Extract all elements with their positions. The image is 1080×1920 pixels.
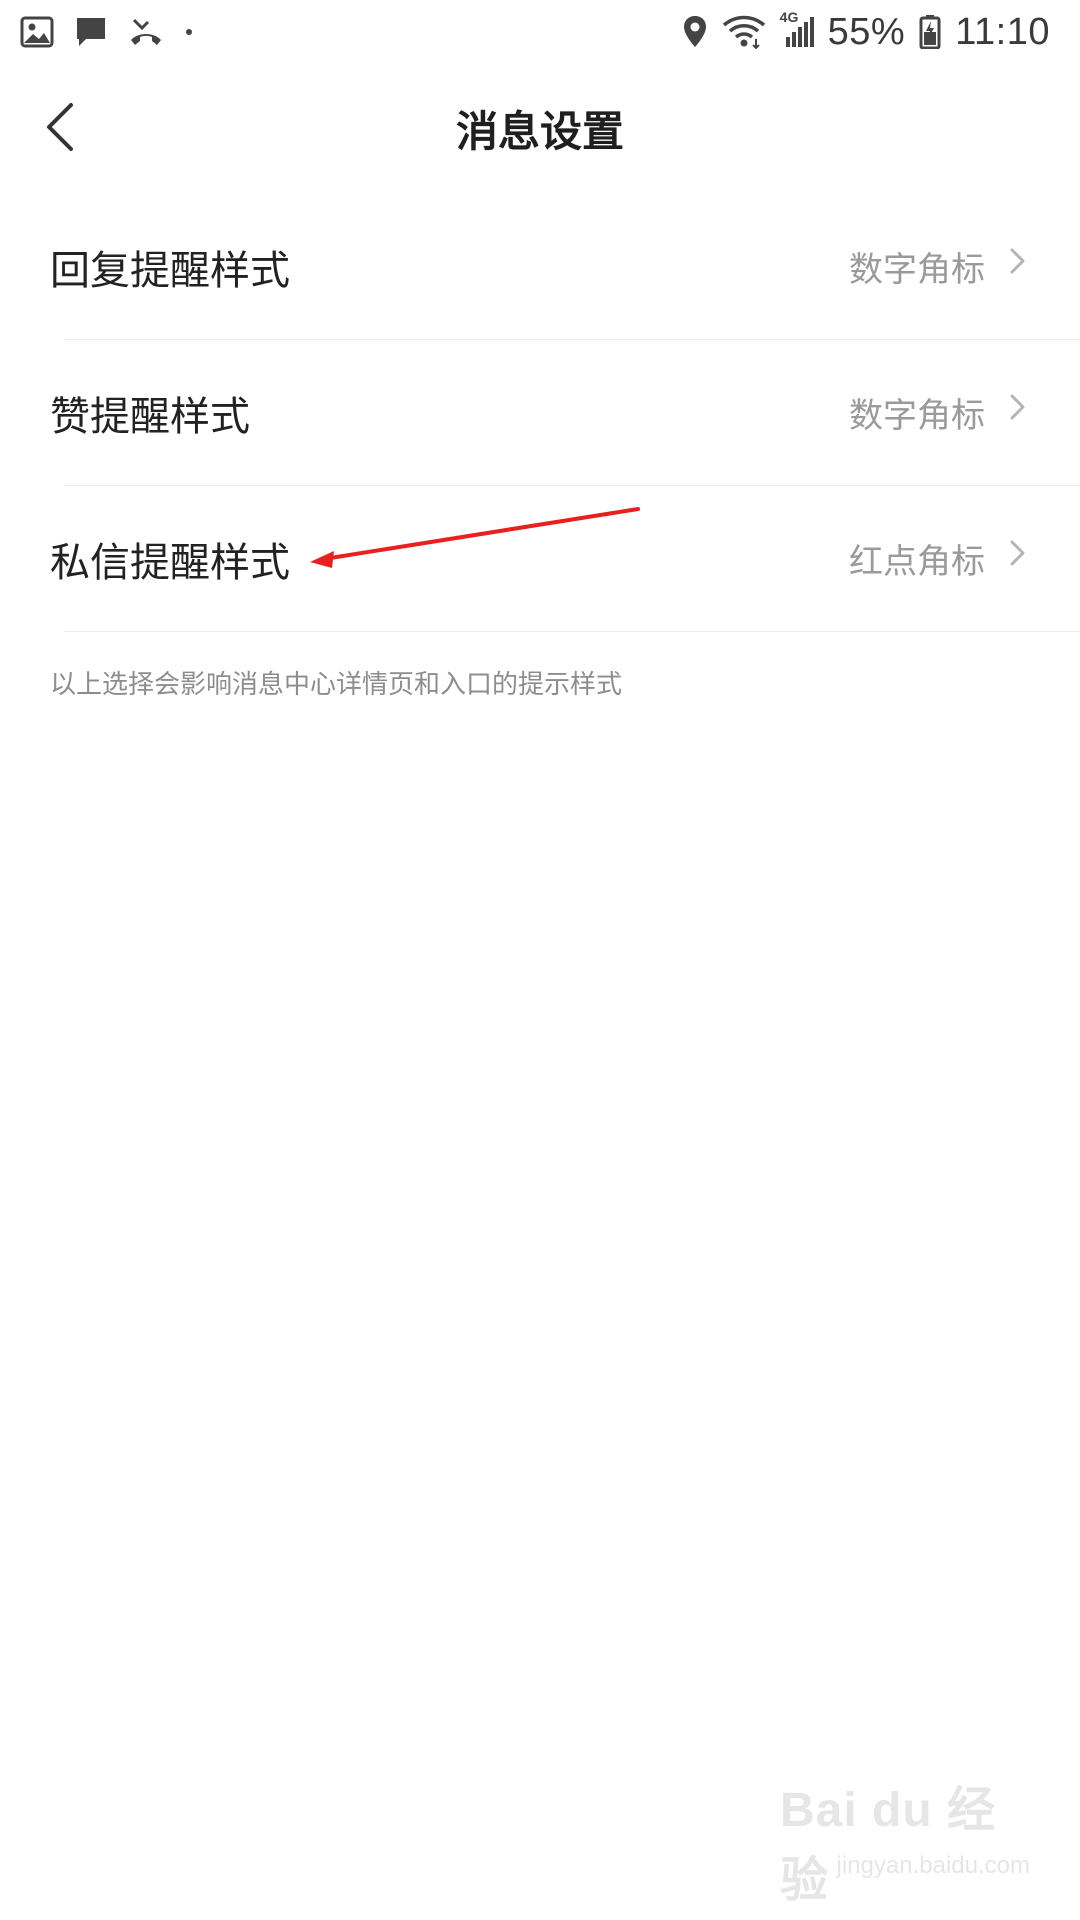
location-icon [682,15,708,49]
setting-row-reply-reminder-style[interactable]: 回复提醒样式 数字角标 [0,194,1080,340]
page-title: 消息设置 [455,107,624,156]
signal-icon: 4G [780,9,814,49]
network-type-label: 4G [779,9,799,25]
setting-row-like-reminder-style[interactable]: 赞提醒样式 数字角标 [0,340,1080,486]
setting-value: 红点角标 [849,542,985,582]
dot-icon [184,27,194,37]
watermark-sub: jingyan.baidu.com [836,1852,1030,1879]
divider [64,631,1080,632]
chevron-right-icon [1010,248,1025,274]
chevron-right-icon [1010,394,1025,420]
wifi-icon [722,15,766,49]
missed-call-icon [128,16,164,48]
settings-footnote: 以上选择会影响消息中心详情页和入口的提示样式 [50,670,623,700]
status-bar-left [20,0,194,64]
setting-value: 数字角标 [849,396,985,436]
gallery-icon [20,16,54,48]
clock-time: 11:10 [955,10,1050,53]
setting-value: 数字角标 [849,250,985,290]
setting-label: 私信提醒样式 [50,540,290,586]
setting-label: 赞提醒样式 [50,394,250,440]
battery-percent: 55% [827,10,906,53]
navigation-header: 消息设置 [0,64,1080,194]
chevron-right-icon [1010,540,1025,566]
battery-icon [919,15,941,49]
annotation-arrow-icon [310,507,640,568]
setting-label: 回复提醒样式 [50,248,290,294]
message-icon [74,15,108,49]
status-bar-right: 4G 55% 11:10 [682,0,1050,64]
watermark-text: Bai du 经验 [780,1784,997,1907]
baidu-jingyan-watermark: Bai du 经验 jingyan.baidu.com [780,1770,1030,1907]
status-bar: 4G 55% 11:10 [0,0,1080,64]
